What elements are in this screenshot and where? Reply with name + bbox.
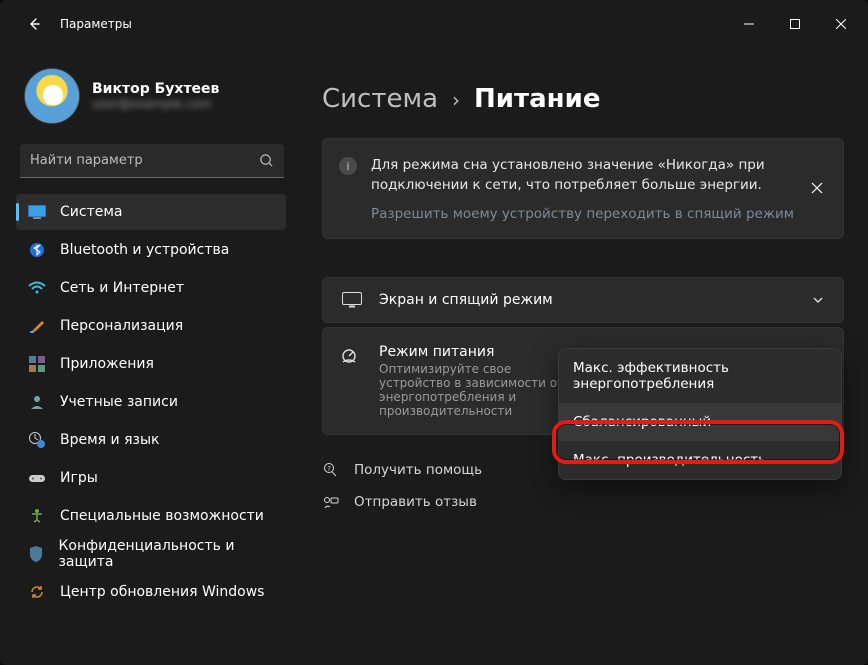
nav-list: Система Bluetooth и устройства Сеть и Ин… [16,194,300,610]
back-button[interactable] [14,4,54,44]
system-icon [28,203,46,221]
close-icon [836,19,846,29]
minimize-button[interactable] [726,8,772,40]
link-label: Отправить отзыв [354,494,477,510]
shield-icon [28,545,44,563]
link-label: Получить помощь [354,462,482,478]
sidebar-item-apps[interactable]: Приложения [16,346,286,382]
settings-window: Параметры Виктор Бухтеев user@example.co… [0,0,868,665]
window-title: Параметры [60,17,132,31]
power-mode-icon [341,348,363,364]
sidebar-item-label: Система [60,204,122,220]
feedback-icon [322,493,340,511]
info-banner: i Для режима сна установлено значение «Н… [322,138,844,239]
close-icon [811,182,823,194]
help-icon: ? [322,461,340,479]
card-title: Режим питания [379,344,579,360]
avatar [24,68,80,124]
dropdown-option-best-efficiency[interactable]: Макс. эффективность энергопотребления [559,349,841,403]
power-mode-dropdown[interactable]: Макс. эффективность энергопотребления Сб… [558,348,842,480]
sidebar-item-label: Персонализация [60,318,183,334]
sidebar-item-label: Bluetooth и устройства [60,242,229,258]
sidebar-item-network[interactable]: Сеть и Интернет [16,270,286,306]
sidebar-item-windows-update[interactable]: Центр обновления Windows [16,574,286,610]
apps-icon [28,355,46,373]
dropdown-option-best-performance[interactable]: Макс. производительность [559,441,841,479]
minimize-icon [744,19,754,29]
sidebar-item-label: Конфиденциальность и защита [58,538,274,570]
sidebar-item-label: Сеть и Интернет [60,280,184,296]
sidebar-item-label: Специальные возможности [60,508,264,524]
sidebar: Виктор Бухтеев user@example.com Система … [0,48,300,665]
screen-icon [341,292,363,308]
card-title: Экран и спящий режим [379,292,553,308]
banner-close-button[interactable] [801,172,833,204]
sidebar-item-label: Игры [60,470,98,486]
chevron-down-icon [811,293,825,307]
brush-icon [28,317,46,335]
search-box[interactable] [20,144,284,178]
dropdown-option-balanced[interactable]: Сбалансированный [559,403,841,441]
user-name: Виктор Бухтеев [92,81,219,97]
breadcrumb: Система › Питание [322,84,844,114]
titlebar: Параметры [0,0,868,48]
banner-text: Для режима сна установлено значение «Ник… [371,155,795,196]
close-button[interactable] [818,8,864,40]
bluetooth-icon [28,241,46,259]
sidebar-item-accessibility[interactable]: Специальные возможности [16,498,286,534]
chevron-right-icon: › [452,88,460,112]
sidebar-item-label: Время и язык [60,432,159,448]
card-subtitle: Оптимизируйте свое устройство в зависимо… [379,362,579,418]
wifi-icon [28,279,46,297]
window-controls [726,8,864,40]
sidebar-item-label: Центр обновления Windows [60,584,264,600]
sidebar-item-system[interactable]: Система [16,194,286,230]
sidebar-item-personalization[interactable]: Персонализация [16,308,286,344]
sidebar-item-privacy[interactable]: Конфиденциальность и защита [16,536,286,572]
search-icon [259,153,274,168]
user-email: user@example.com [92,97,219,111]
info-icon: i [339,157,357,175]
user-block[interactable]: Виктор Бухтеев user@example.com [16,64,300,140]
sidebar-item-label: Приложения [60,356,154,372]
update-icon [28,583,46,601]
maximize-button[interactable] [772,8,818,40]
maximize-icon [790,19,800,29]
sidebar-item-bluetooth[interactable]: Bluetooth и устройства [16,232,286,268]
clock-globe-icon [28,431,46,449]
breadcrumb-parent[interactable]: Система [322,84,438,114]
page-title: Питание [474,84,600,114]
sidebar-item-gaming[interactable]: Игры [16,460,286,496]
sidebar-item-label: Учетные записи [60,394,178,410]
person-icon [28,393,46,411]
accessibility-icon [28,507,46,525]
sidebar-item-time-language[interactable]: Время и язык [16,422,286,458]
gamepad-icon [28,469,46,487]
banner-action-link[interactable]: Разрешить моему устройству переходить в … [371,206,795,222]
sidebar-item-accounts[interactable]: Учетные записи [16,384,286,420]
arrow-left-icon [26,16,42,32]
svg-text:?: ? [327,465,331,473]
search-input[interactable] [30,153,259,168]
screen-sleep-card[interactable]: Экран и спящий режим [322,277,844,323]
give-feedback-link[interactable]: Отправить отзыв [322,493,844,511]
